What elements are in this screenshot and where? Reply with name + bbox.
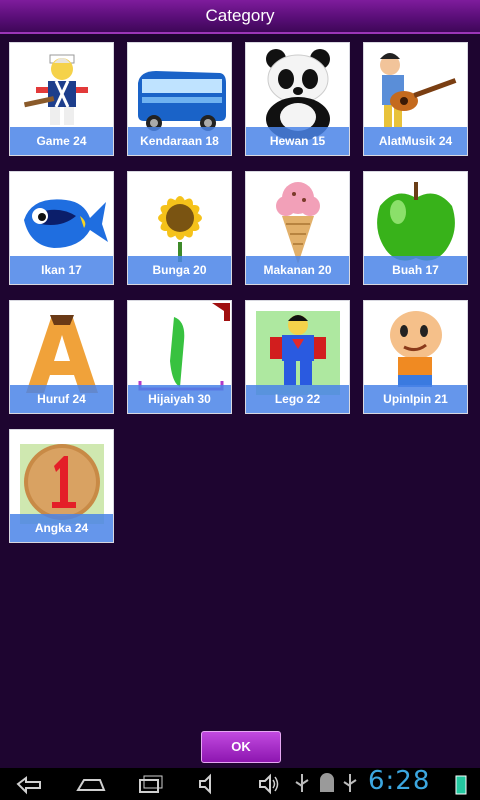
category-tile-upinipin[interactable]: UpinIpin 21 [363,300,468,414]
category-label: Huruf 24 [10,385,113,413]
category-label: Makanan 20 [246,256,349,284]
category-label: UpinIpin 21 [364,385,467,413]
home-icon[interactable] [74,772,106,796]
category-label: Ikan 17 [10,256,113,284]
category-tile-kendaraan[interactable]: Kendaraan 18 [127,42,232,156]
category-tile-huruf[interactable]: Huruf 24 [9,300,114,414]
category-tile-lego[interactable]: Lego 22 [245,300,350,414]
category-tile-hewan[interactable]: Hewan 15 [245,42,350,156]
category-label: Buah 17 [364,256,467,284]
category-label: Kendaraan 18 [128,127,231,155]
category-label: Game 24 [10,127,113,155]
title-bar: Category [0,0,480,32]
recent-apps-icon[interactable] [134,772,166,796]
usb-icon [295,774,309,792]
category-tile-hijaiyah[interactable]: Hijaiyah 30 [127,300,232,414]
volume-up-icon[interactable] [256,772,280,796]
category-grid: Game 24 Kendaraan 18 Hewan 15 AlatMusik … [9,42,471,543]
volume-down-icon[interactable] [196,772,220,796]
category-label: Hewan 15 [246,127,349,155]
category-label: Lego 22 [246,385,349,413]
ok-button[interactable]: OK [201,731,281,763]
category-tile-buah[interactable]: Buah 17 [363,171,468,285]
usb-icon [343,774,357,792]
category-tile-angka[interactable]: Angka 24 [9,429,114,543]
category-tile-game[interactable]: Game 24 [9,42,114,156]
battery-icon [455,775,467,795]
category-tile-ikan[interactable]: Ikan 17 [9,171,114,285]
clock: 6:28 [368,766,431,796]
title-divider [0,32,480,34]
category-label: Hijaiyah 30 [128,385,231,413]
category-tile-bunga[interactable]: Bunga 20 [127,171,232,285]
category-label: AlatMusik 24 [364,127,467,155]
category-tile-makanan[interactable]: Makanan 20 [245,171,350,285]
category-label: Bunga 20 [128,256,231,284]
back-icon[interactable] [14,772,46,796]
page-title: Category [205,6,275,25]
category-tile-alatmusik[interactable]: AlatMusik 24 [363,42,468,156]
android-debug-icon [320,773,334,792]
category-label: Angka 24 [10,514,113,542]
